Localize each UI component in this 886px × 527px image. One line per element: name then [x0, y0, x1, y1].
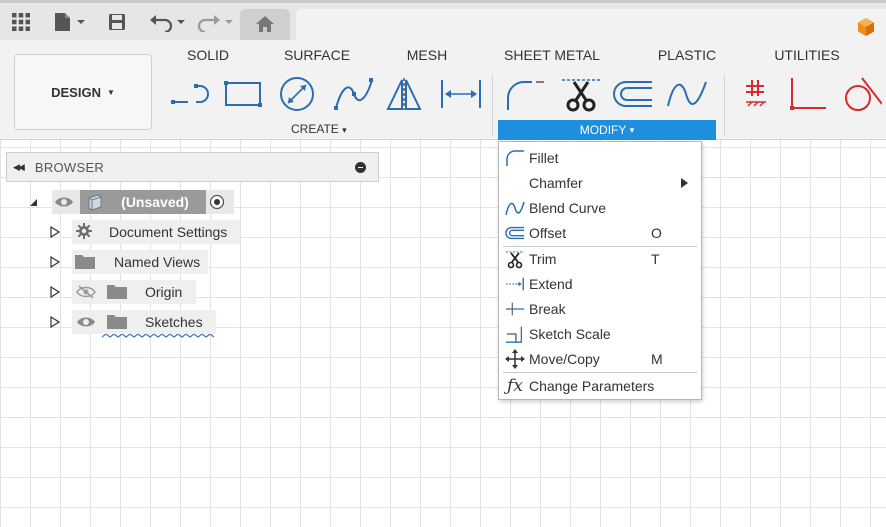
root-component-label[interactable]: (Unsaved)	[112, 190, 198, 214]
fillet-icon	[507, 81, 544, 110]
component-icon	[86, 193, 104, 216]
fx-icon: ƒx	[507, 375, 523, 396]
blend-curve-icon	[667, 81, 707, 107]
tab-plastic[interactable]: PLASTIC	[658, 47, 716, 63]
spline-tool-button[interactable]	[332, 74, 374, 114]
collapse-triangle-icon[interactable]	[28, 196, 38, 208]
tree-row-label: Document Settings	[109, 224, 228, 240]
undo-icon[interactable]	[148, 11, 188, 33]
menu-item-move-copy[interactable]: Move/Copy M	[499, 346, 701, 371]
blend-curve-icon	[505, 198, 525, 218]
menu-item-break[interactable]: Break	[499, 296, 701, 321]
mirror-icon	[386, 78, 422, 110]
trim-tool-button[interactable]	[560, 74, 602, 114]
top-bar	[0, 0, 886, 43]
move-icon	[505, 348, 525, 369]
expand-triangle-icon[interactable]	[50, 286, 60, 298]
trim-icon	[505, 249, 525, 269]
perpendicular-tool-button[interactable]	[786, 74, 828, 114]
offset-icon	[505, 223, 525, 243]
menu-item-trim[interactable]: Trim T	[499, 246, 701, 271]
menu-item-change-parameters[interactable]: ƒx Change Parameters	[499, 373, 701, 398]
redo-icon[interactable]	[196, 11, 236, 33]
gear-icon	[76, 223, 92, 244]
coincident-tool-button[interactable]	[736, 74, 778, 114]
circle-tool-button[interactable]	[276, 74, 318, 114]
folder-icon	[74, 253, 96, 275]
submenu-arrow-icon	[681, 178, 688, 188]
save-icon[interactable]	[106, 11, 128, 33]
menu-item-sketch-scale[interactable]: Sketch Scale	[499, 321, 701, 346]
expand-triangle-icon[interactable]	[50, 256, 60, 268]
create-group-label[interactable]: CREATE ▾	[291, 122, 347, 136]
line-tool-button[interactable]	[170, 74, 212, 114]
tangent-tool-button[interactable]	[840, 74, 882, 114]
extend-icon	[505, 274, 525, 294]
rectangle-tool-button[interactable]	[222, 74, 264, 114]
eye-icon[interactable]	[76, 315, 96, 334]
tab-sheet-metal[interactable]: SHEET METAL	[504, 47, 600, 63]
horizontal-constraint-icon	[746, 80, 766, 107]
offset-icon	[613, 81, 652, 107]
cube-logo-icon	[856, 17, 876, 42]
fillet-tool-button[interactable]	[504, 74, 546, 114]
menu-item-fillet[interactable]: Fillet	[499, 145, 701, 170]
tab-utilities[interactable]: UTILITIES	[774, 47, 839, 63]
blend-curve-tool-button[interactable]	[666, 74, 708, 114]
fillet-icon	[505, 148, 525, 168]
line-icon	[171, 84, 209, 104]
collapse-panel-icon[interactable]: ◀◀	[13, 162, 25, 173]
spline-icon	[334, 78, 373, 110]
trim-icon	[562, 79, 600, 112]
eye-hidden-icon[interactable]	[76, 285, 96, 304]
menu-item-blend-curve[interactable]: Blend Curve	[499, 195, 701, 220]
file-icon[interactable]	[52, 11, 88, 33]
document-tab[interactable]	[296, 9, 886, 43]
home-icon	[255, 15, 275, 38]
offset-tool-button[interactable]	[612, 74, 654, 114]
perpendicular-icon	[790, 78, 826, 110]
toolbar-ribbon: DESIGN ▼ SOLID SURFACE MESH SHEET METAL …	[0, 40, 886, 140]
modify-dropdown-button[interactable]: MODIFY ▾	[498, 120, 716, 140]
tree-row-label: Origin	[145, 284, 183, 300]
dashed-underline	[101, 327, 216, 345]
dimension-tool-button[interactable]	[440, 74, 482, 114]
browser-title: BROWSER	[34, 159, 105, 175]
shortcut-key: M	[651, 350, 663, 367]
ribbon-separator	[724, 74, 725, 136]
dimension-icon	[441, 80, 481, 108]
expand-triangle-icon[interactable]	[50, 316, 60, 328]
workspace-label: DESIGN	[51, 84, 101, 100]
rectangle-icon	[224, 81, 262, 107]
mirror-tool-button[interactable]	[384, 74, 426, 114]
minimize-panel-icon[interactable]	[355, 162, 366, 173]
workspace-design-button[interactable]: DESIGN ▼	[14, 54, 152, 130]
chevron-down-icon: ▼	[106, 87, 115, 97]
tab-solid[interactable]: SOLID	[187, 47, 229, 63]
shortcut-key: O	[651, 224, 662, 241]
tab-surface[interactable]: SURFACE	[284, 47, 350, 63]
sketch-scale-icon	[505, 324, 525, 344]
ribbon-separator	[492, 74, 493, 136]
break-icon	[505, 299, 525, 319]
shortcut-key: T	[651, 250, 660, 267]
grid-apps-icon[interactable]	[10, 11, 32, 33]
home-tab[interactable]	[240, 9, 290, 43]
menu-item-offset[interactable]: Offset O	[499, 220, 701, 245]
expand-triangle-icon[interactable]	[50, 226, 60, 238]
eye-icon[interactable]	[54, 195, 74, 214]
circle-icon	[280, 77, 314, 111]
modify-dropdown-menu: Fillet Chamfer Blend Curve Offset O Trim…	[498, 141, 702, 400]
tangent-icon	[845, 77, 882, 111]
tree-row-label: Named Views	[114, 254, 201, 270]
menu-item-chamfer[interactable]: Chamfer	[499, 170, 701, 195]
menu-item-extend[interactable]: Extend	[499, 271, 701, 296]
activate-radio-icon[interactable]	[209, 194, 225, 215]
tab-mesh[interactable]: MESH	[407, 47, 447, 63]
browser-panel-header[interactable]: ◀◀ BROWSER	[6, 152, 379, 182]
folder-icon	[106, 283, 128, 305]
